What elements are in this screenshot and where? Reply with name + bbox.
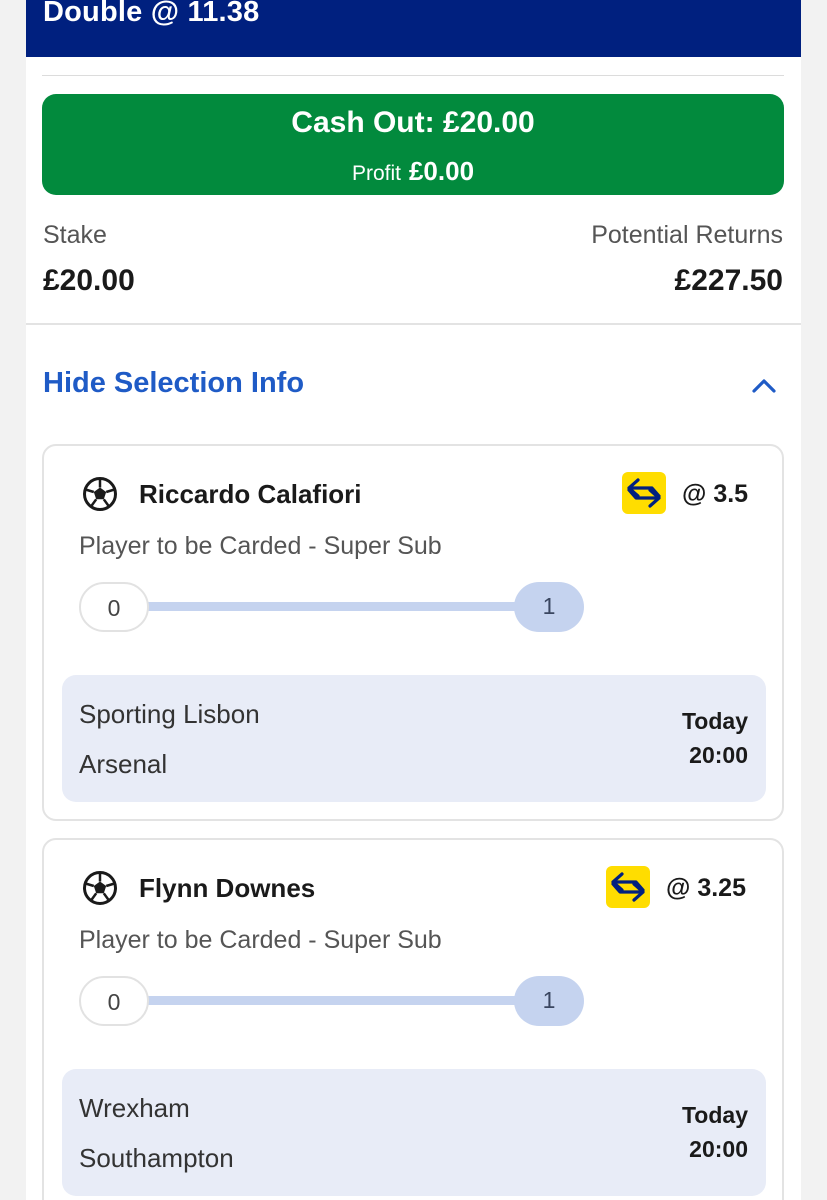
selection-odds: @ 3.5: [682, 480, 749, 508]
fixture-time: 20:00: [689, 1136, 748, 1162]
cash-out-profit: Profit £0.00: [42, 156, 784, 187]
away-team: Southampton: [79, 1143, 234, 1173]
bet-header: Double @ 11.38: [26, 0, 801, 57]
divider: [42, 75, 784, 76]
player-name: Riccardo Calafiori: [139, 479, 362, 509]
fixture-info[interactable]: Sporting Lisbon Arsenal Today 20:00: [62, 675, 766, 802]
cash-out-label: Cash Out: £20.00: [291, 106, 535, 139]
home-team: Sporting Lisbon: [79, 699, 260, 729]
cash-out-button[interactable]: Cash Out: £20.00 Profit £0.00: [42, 94, 784, 195]
progress-start: 0: [79, 582, 149, 632]
selection-card: Flynn Downes @ 3.25 Player to be Carded …: [42, 838, 784, 1200]
home-team: Wrexham: [79, 1093, 190, 1123]
profit-value: £0.00: [408, 156, 475, 186]
stake-label: Stake: [43, 221, 107, 249]
progress-track: [144, 602, 524, 611]
potential-returns-label: Potential Returns: [591, 221, 783, 249]
swap-arrows-icon: [611, 872, 645, 902]
fixture-day: Today: [681, 708, 748, 734]
potential-returns-value: £227.50: [674, 264, 783, 297]
chevron-up-icon[interactable]: [750, 372, 778, 400]
super-sub-badge[interactable]: [622, 472, 666, 514]
fixture-info[interactable]: Wrexham Southampton Today 20:00: [62, 1069, 766, 1196]
bet-title: Double @ 11.38: [43, 0, 260, 28]
fixture-time: 20:00: [689, 742, 748, 768]
football-icon: [83, 871, 117, 905]
progress-track: [144, 996, 524, 1005]
market-name: Player to be Carded - Super Sub: [79, 532, 442, 560]
swap-arrows-icon: [627, 478, 661, 508]
selection-card: Riccardo Calafiori @ 3.5 Player to be Ca…: [42, 444, 784, 821]
market-name: Player to be Carded - Super Sub: [79, 926, 442, 954]
progress-end: 1: [514, 976, 584, 1026]
player-name: Flynn Downes: [139, 873, 316, 903]
divider: [26, 323, 801, 325]
away-team: Arsenal: [79, 749, 168, 779]
profit-label: Profit: [351, 162, 401, 185]
football-icon: [83, 477, 117, 511]
stake-value: £20.00: [43, 264, 135, 297]
super-sub-badge[interactable]: [606, 866, 650, 908]
selection-odds: @ 3.25: [666, 874, 746, 902]
fixture-day: Today: [681, 1102, 748, 1128]
progress-end: 1: [514, 582, 584, 632]
hide-selection-info-link[interactable]: Hide Selection Info: [43, 367, 304, 400]
progress-start: 0: [79, 976, 149, 1026]
